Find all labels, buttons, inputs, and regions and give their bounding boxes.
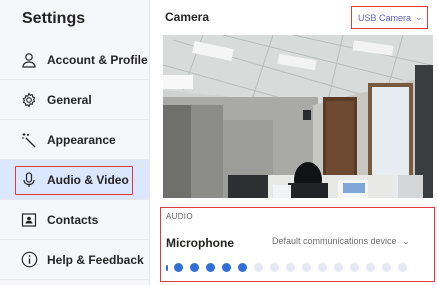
level-dot — [350, 263, 359, 272]
level-dot — [238, 263, 247, 272]
camera-preview — [163, 35, 433, 198]
sidebar-item-audio-video[interactable]: Audio & Video — [0, 160, 150, 200]
person-icon — [20, 51, 38, 69]
level-dot — [318, 263, 327, 272]
level-dot — [206, 263, 215, 272]
settings-sidebar: Settings Account & Profile General Appea… — [0, 0, 150, 285]
camera-device-value: USB Camera — [358, 12, 412, 23]
chevron-down-icon: ⌄ — [402, 236, 410, 246]
sidebar-item-label: Help & Feedback — [47, 252, 144, 267]
level-dot — [302, 263, 311, 272]
sidebar-item-general[interactable]: General — [0, 80, 150, 120]
sidebar-item-label: Appearance — [47, 132, 116, 147]
level-dot — [398, 263, 407, 272]
microphone-label: Microphone — [166, 236, 234, 250]
camera-device-select[interactable]: USB Camera ⌄ — [351, 6, 428, 29]
sidebar-item-label: Account & Profile — [47, 52, 148, 67]
sidebar-item-label: General — [47, 92, 92, 107]
camera-title: Camera — [165, 10, 210, 24]
info-icon — [20, 251, 38, 269]
level-dot — [270, 263, 279, 272]
magic-wand-icon — [20, 131, 38, 149]
contact-card-icon — [20, 211, 38, 229]
microphone-level-meter — [166, 263, 414, 272]
microphone-device-value: Default communications device — [272, 236, 397, 246]
sidebar-title: Settings — [22, 10, 86, 27]
sidebar-item-help[interactable]: Help & Feedback — [0, 240, 150, 280]
chevron-down-icon: ⌄ — [415, 12, 423, 22]
level-marker — [166, 264, 168, 271]
level-dot — [366, 263, 375, 272]
gear-icon — [20, 91, 38, 109]
audio-video-panel: Camera USB Camera ⌄ AUDIO Microphone Def… — [150, 0, 437, 285]
level-dot — [190, 263, 199, 272]
settings-nav: Account & Profile General Appearance Aud… — [0, 40, 150, 280]
sidebar-item-contacts[interactable]: Contacts — [0, 200, 150, 240]
level-dot — [222, 263, 231, 272]
audio-section: AUDIO Microphone Default communications … — [160, 207, 435, 282]
level-dot — [254, 263, 263, 272]
selection-highlight — [15, 166, 133, 195]
microphone-device-select[interactable]: Default communications device ⌄ — [272, 236, 410, 247]
sidebar-item-account[interactable]: Account & Profile — [0, 40, 150, 80]
sidebar-item-appearance[interactable]: Appearance — [0, 120, 150, 160]
audio-heading: AUDIO — [166, 212, 193, 221]
sidebar-item-label: Contacts — [47, 212, 99, 227]
level-dot — [174, 263, 183, 272]
level-dot — [382, 263, 391, 272]
level-dot — [286, 263, 295, 272]
level-dot — [334, 263, 343, 272]
camera-preview-image — [163, 35, 433, 198]
